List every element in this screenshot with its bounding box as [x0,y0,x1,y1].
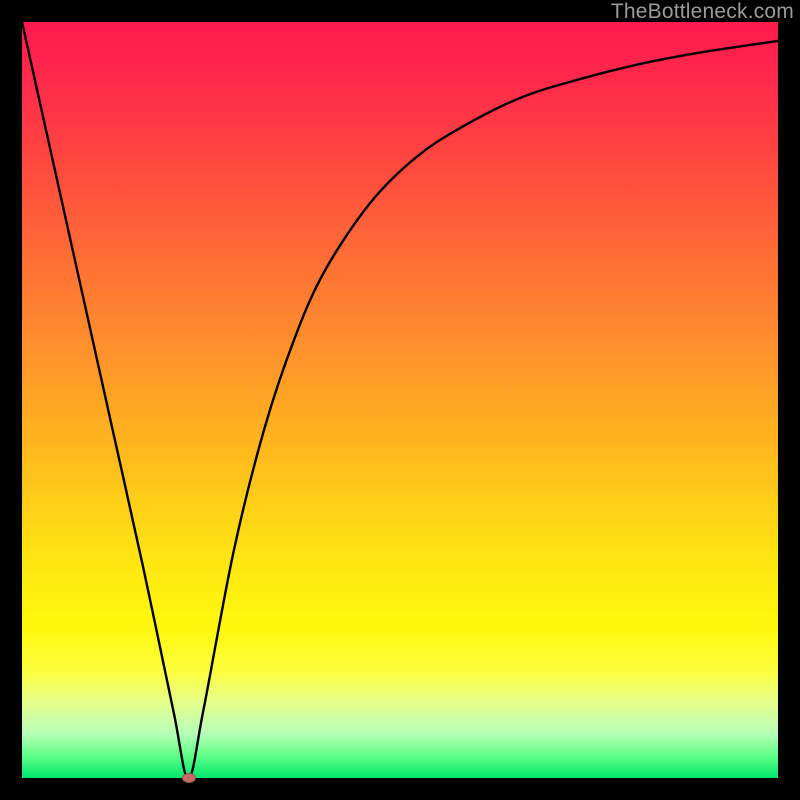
bottleneck-curve [22,22,778,778]
plot-area [22,22,778,778]
chart-container: TheBottleneck.com [0,0,800,800]
minimum-point-marker [182,773,196,783]
watermark-text: TheBottleneck.com [611,0,794,24]
